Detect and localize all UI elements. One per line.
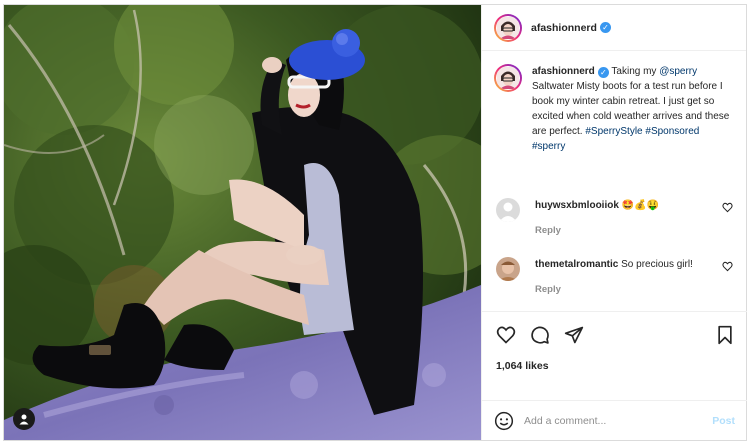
post-image	[4, 5, 481, 440]
caption-text: afashionnerd ✓ Taking my @sperry Saltwate…	[532, 64, 735, 154]
comments-list[interactable]: afashionnerd ✓ Taking my @sperry Saltwate…	[482, 52, 747, 310]
verified-badge-icon: ✓	[599, 22, 611, 33]
commenter-avatar[interactable]	[496, 257, 520, 281]
post-side-panel: afashionnerd ✓ afashionnerd ✓ Taking my …	[481, 5, 747, 440]
caption-username[interactable]: afashionnerd	[532, 66, 595, 77]
post-comment-button[interactable]: Post	[712, 415, 735, 427]
comment-body: themetalromantic So precious girl!	[535, 258, 725, 272]
reply-button[interactable]: Reply	[535, 284, 561, 295]
user-tag-icon[interactable]	[13, 408, 35, 430]
post-caption: afashionnerd ✓ Taking my @sperry Saltwate…	[482, 52, 747, 154]
comment-input[interactable]	[524, 414, 704, 427]
author-username[interactable]: afashionnerd	[531, 22, 597, 34]
instagram-post-modal: afashionnerd ✓ afashionnerd ✓ Taking my …	[3, 4, 747, 441]
smiley-icon[interactable]	[494, 411, 514, 431]
heart-icon[interactable]	[496, 325, 516, 345]
post-actions: 1,064 likes Post	[482, 311, 747, 439]
comment-text: So precious girl!	[621, 259, 693, 270]
post-header: afashionnerd ✓	[482, 5, 746, 51]
caption-avatar[interactable]	[494, 64, 522, 92]
add-comment-bar: Post	[482, 400, 747, 440]
post-photo[interactable]	[4, 5, 481, 440]
author-avatar[interactable]	[494, 13, 522, 42]
paper-plane-icon[interactable]	[564, 325, 584, 345]
caption-text-part-1: Taking my	[611, 66, 660, 77]
comment-username[interactable]: huywsxbmlooiiok	[535, 200, 619, 211]
caption-verified-badge-icon: ✓	[597, 67, 609, 78]
commenter-avatar[interactable]	[496, 198, 520, 222]
bookmark-icon[interactable]	[715, 325, 735, 345]
action-bar	[490, 320, 739, 350]
caption-mention-link[interactable]: @sperry	[659, 66, 697, 77]
comment-username[interactable]: themetalromantic	[535, 259, 618, 270]
comment-like-heart-icon[interactable]	[722, 202, 733, 213]
comment-body: huywsxbmlooiiok 🤩💰🤑	[535, 199, 725, 213]
comment-text: 🤩💰🤑	[621, 200, 660, 211]
likes-count[interactable]: 1,064 likes	[496, 360, 549, 372]
comment-bubble-icon[interactable]	[530, 325, 550, 345]
reply-button[interactable]: Reply	[535, 225, 561, 236]
comment-like-heart-icon[interactable]	[722, 261, 733, 272]
